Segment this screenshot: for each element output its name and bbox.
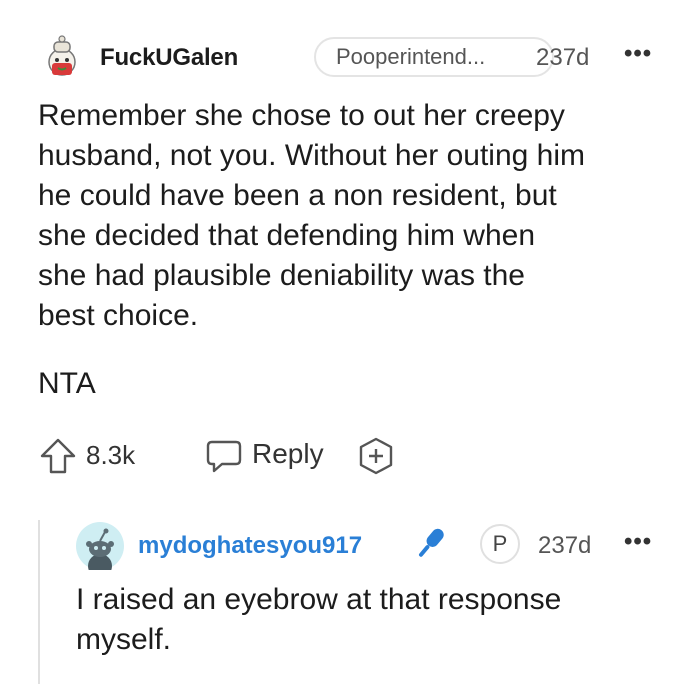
comment-body-line: Remember she chose to out her creepy — [38, 99, 565, 132]
comment-verdict: NTA — [38, 367, 96, 400]
comment-body-line: she decided that defending him when — [38, 219, 536, 252]
reply-body-line: myself. — [76, 623, 172, 656]
reply-body-line: I raised an eyebrow at that response — [76, 583, 562, 616]
upvote-arrow-icon[interactable] — [38, 436, 78, 476]
microphone-icon — [410, 524, 450, 564]
more-options-icon[interactable]: ••• — [624, 528, 652, 556]
comment-age: 237d — [536, 44, 590, 71]
comment-thread: FuckUGalen Pooperintend... 237d ••• Reme… — [0, 0, 700, 684]
reply-age: 237d — [538, 532, 592, 559]
thread-line[interactable] — [38, 520, 40, 684]
comment-body-line: she had plausible deniability was the — [38, 259, 525, 292]
reply-button[interactable]: Reply — [252, 438, 324, 470]
comment-header: FuckUGalen Pooperintend... 237d ••• — [38, 32, 678, 88]
comment-body-line: he could have been a non resident, but — [38, 179, 557, 212]
comment-body: Remember she chose to out her creepy hus… — [38, 96, 678, 336]
award-plus-icon[interactable] — [356, 436, 396, 476]
comment-body-line: husband, not you. Without her outing him — [38, 139, 586, 172]
user-flair: Pooperintend... — [314, 37, 554, 77]
username[interactable]: FuckUGalen — [100, 44, 238, 72]
vote-score: 8.3k — [86, 440, 136, 470]
snoo-avatar-icon[interactable] — [76, 522, 124, 578]
speech-bubble-icon[interactable] — [204, 436, 244, 476]
user-badge: P — [480, 524, 520, 564]
more-options-icon[interactable]: ••• — [624, 40, 652, 68]
reply-username[interactable]: mydoghatesyou917 — [138, 532, 362, 560]
user-avatar[interactable] — [38, 32, 86, 80]
comment-action-bar: 8.3k Reply — [38, 432, 678, 476]
reply-comment: mydoghatesyou917 P 237d ••• I raised an … — [76, 520, 686, 680]
comment-body-line: best choice. — [38, 299, 199, 332]
reply-body: I raised an eyebrow at that response mys… — [76, 580, 676, 660]
